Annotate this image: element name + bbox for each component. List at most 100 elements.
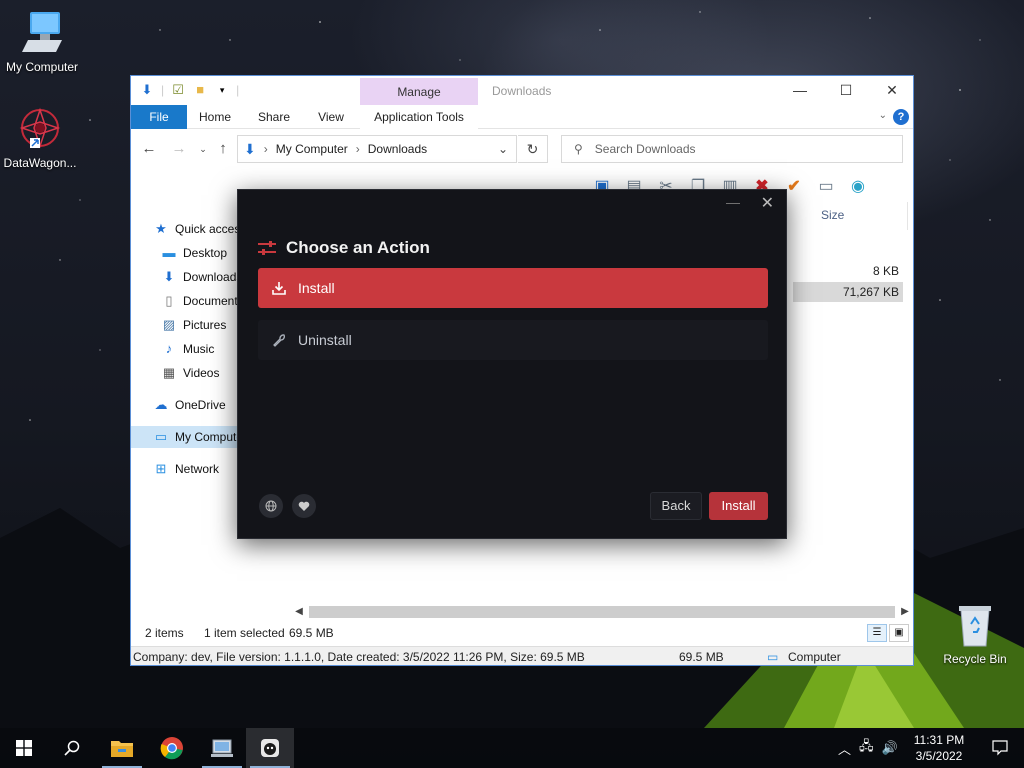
refresh-button[interactable]: ↻ xyxy=(518,135,548,163)
taskbar-file-explorer[interactable] xyxy=(98,728,146,768)
nav-quick-access[interactable]: ★ Quick access xyxy=(153,218,239,240)
nav-documents[interactable]: ▯ Documents xyxy=(161,290,239,312)
tab-view[interactable]: View xyxy=(311,105,351,129)
shell-icon[interactable]: ◉ xyxy=(847,176,869,196)
nav-label: Desktop xyxy=(183,246,228,260)
recent-locations-icon[interactable]: ⌄ xyxy=(193,139,213,159)
volume-icon[interactable]: 🔊 xyxy=(882,740,898,756)
taskbar-control-panel[interactable] xyxy=(198,728,246,768)
large-icons-view-icon[interactable]: ▣ xyxy=(889,624,909,642)
close-button[interactable]: ✕ xyxy=(869,76,913,105)
navigation-pane: ★ Quick access ▬ Desktop ⬇ Downloads ▯ D… xyxy=(131,204,239,614)
details-view-icon[interactable]: ☰ xyxy=(867,624,887,642)
minimize-button[interactable]: — xyxy=(777,76,823,105)
file-row-size-selected[interactable]: 71,267 KB xyxy=(793,282,903,302)
nav-videos[interactable]: ▦ Videos xyxy=(161,362,239,384)
install-button[interactable]: Install xyxy=(709,492,768,520)
nav-desktop[interactable]: ▬ Desktop xyxy=(161,242,239,264)
search-input[interactable]: ⚲ Search Downloads xyxy=(561,135,903,163)
tab-home[interactable]: Home xyxy=(193,105,237,129)
nav-music[interactable]: ♪ Music xyxy=(161,338,239,360)
nav-my-computer[interactable]: ▭ My Computer xyxy=(131,426,239,448)
column-divider xyxy=(907,202,908,230)
tab-file[interactable]: File xyxy=(131,105,187,129)
breadcrumb-separator-icon: › xyxy=(263,142,268,156)
show-hidden-icons-icon[interactable]: ︿ xyxy=(838,739,851,758)
computer-icon: ▭ xyxy=(767,650,779,664)
nav-label: Music xyxy=(183,342,215,356)
install-option[interactable]: Install xyxy=(258,268,768,308)
notifications-button[interactable] xyxy=(976,728,1024,768)
control-panel-icon xyxy=(211,739,233,757)
back-button[interactable]: Back xyxy=(650,492,702,520)
nav-network[interactable]: ⊞ Network xyxy=(153,458,239,480)
maximize-button[interactable]: ☐ xyxy=(823,76,869,105)
computer-icon: ▭ xyxy=(154,429,168,444)
desktop-icon-recycle-bin[interactable]: Recycle Bin xyxy=(933,602,1017,666)
desktop-icon-label: Recycle Bin xyxy=(943,652,1007,666)
heart-icon xyxy=(298,501,310,511)
properties-icon[interactable]: ☑ xyxy=(170,82,186,98)
file-row-size[interactable]: 8 KB xyxy=(793,261,903,281)
cloud-icon: ☁ xyxy=(154,397,168,412)
column-header-size[interactable]: Size xyxy=(821,208,844,222)
desktop-folder-icon: ▬ xyxy=(162,245,176,260)
address-row: ← → ⌄ ↑ ⬇ › My Computer › Downloads ⌄ ↻ … xyxy=(131,133,913,165)
title-bar: ⬇ | ☑ ■ ▾ | Manage Downloads — ☐ ✕ xyxy=(131,76,913,106)
clock-time: 11:31 PM xyxy=(913,733,965,747)
downloads-folder-icon: ⬇ xyxy=(244,140,256,157)
horizontal-scrollbar[interactable]: ◀ ▶ xyxy=(291,604,913,620)
scroll-right-icon[interactable]: ▶ xyxy=(897,604,913,620)
desktop-icon-label: DataWagon... xyxy=(3,156,77,170)
collapse-ribbon-icon[interactable]: ⌄ xyxy=(879,110,887,121)
forward-arrow-icon[interactable]: → xyxy=(169,139,189,159)
taskbar-clock[interactable]: 11:31 PM 3/5/2022 xyxy=(910,732,968,764)
scroll-left-icon[interactable]: ◀ xyxy=(291,604,307,620)
search-button[interactable] xyxy=(48,728,96,768)
back-arrow-icon[interactable]: ← xyxy=(139,139,159,159)
desktop-icon-datawagon[interactable]: DataWagon... xyxy=(0,106,82,170)
tab-share[interactable]: Share xyxy=(253,105,295,129)
address-dropdown-icon[interactable]: ⌄ xyxy=(498,142,508,156)
windows-logo-icon xyxy=(16,740,32,756)
manage-contextual-tab[interactable]: Manage xyxy=(360,78,478,106)
tab-application-tools[interactable]: Application Tools xyxy=(360,105,478,129)
globe-button[interactable] xyxy=(259,494,283,518)
taskbar-chrome[interactable] xyxy=(148,728,196,768)
nav-label: Downloads xyxy=(183,270,239,284)
favorite-button[interactable] xyxy=(292,494,316,518)
status-selected-size: 69.5 MB xyxy=(289,626,334,640)
network-icon: ⊞ xyxy=(155,461,167,476)
search-icon: ⚲ xyxy=(574,142,583,156)
file-details-text: Company: dev, File version: 1.1.1.0, Dat… xyxy=(133,650,585,664)
nav-pictures[interactable]: ▨ Pictures xyxy=(161,314,239,336)
dialog-close-button[interactable]: ✕ xyxy=(761,193,774,213)
uninstall-option-label: Uninstall xyxy=(298,332,352,348)
down-arrow-icon[interactable]: ⬇ xyxy=(139,82,155,98)
taskbar-installer-app[interactable] xyxy=(246,728,294,768)
breadcrumb-my-computer[interactable]: My Computer xyxy=(276,142,348,156)
pictures-icon: ▨ xyxy=(162,317,176,332)
details-size: 69.5 MB xyxy=(679,650,724,664)
nav-onedrive[interactable]: ☁ OneDrive xyxy=(153,394,239,416)
quick-access-toolbar: ⬇ | ☑ ■ ▾ | xyxy=(139,82,240,98)
network-icon[interactable]: 🖧 xyxy=(859,737,874,759)
install-option-label: Install xyxy=(298,280,335,296)
start-button[interactable] xyxy=(0,728,48,768)
customize-qat-icon[interactable]: ▾ xyxy=(214,82,230,98)
help-icon[interactable]: ? xyxy=(893,109,909,125)
rename-icon[interactable]: ▭ xyxy=(815,176,837,196)
nav-downloads[interactable]: ⬇ Downloads xyxy=(161,266,239,288)
breadcrumb-downloads[interactable]: Downloads xyxy=(368,142,427,156)
nav-label: Quick access xyxy=(175,222,239,236)
new-folder-icon[interactable]: ■ xyxy=(192,82,208,98)
breadcrumb-separator-icon: › xyxy=(355,142,360,156)
desktop-icon-my-computer[interactable]: My Computer xyxy=(0,10,84,74)
search-placeholder: Search Downloads xyxy=(594,142,696,156)
up-arrow-icon[interactable]: ↑ xyxy=(213,139,233,159)
dialog-minimize-button[interactable]: — xyxy=(726,194,740,210)
address-bar[interactable]: ⬇ › My Computer › Downloads ⌄ xyxy=(237,135,517,163)
recycle-bin-icon xyxy=(951,602,999,648)
uninstall-option[interactable]: Uninstall xyxy=(258,320,768,360)
scroll-thumb[interactable] xyxy=(309,606,895,618)
